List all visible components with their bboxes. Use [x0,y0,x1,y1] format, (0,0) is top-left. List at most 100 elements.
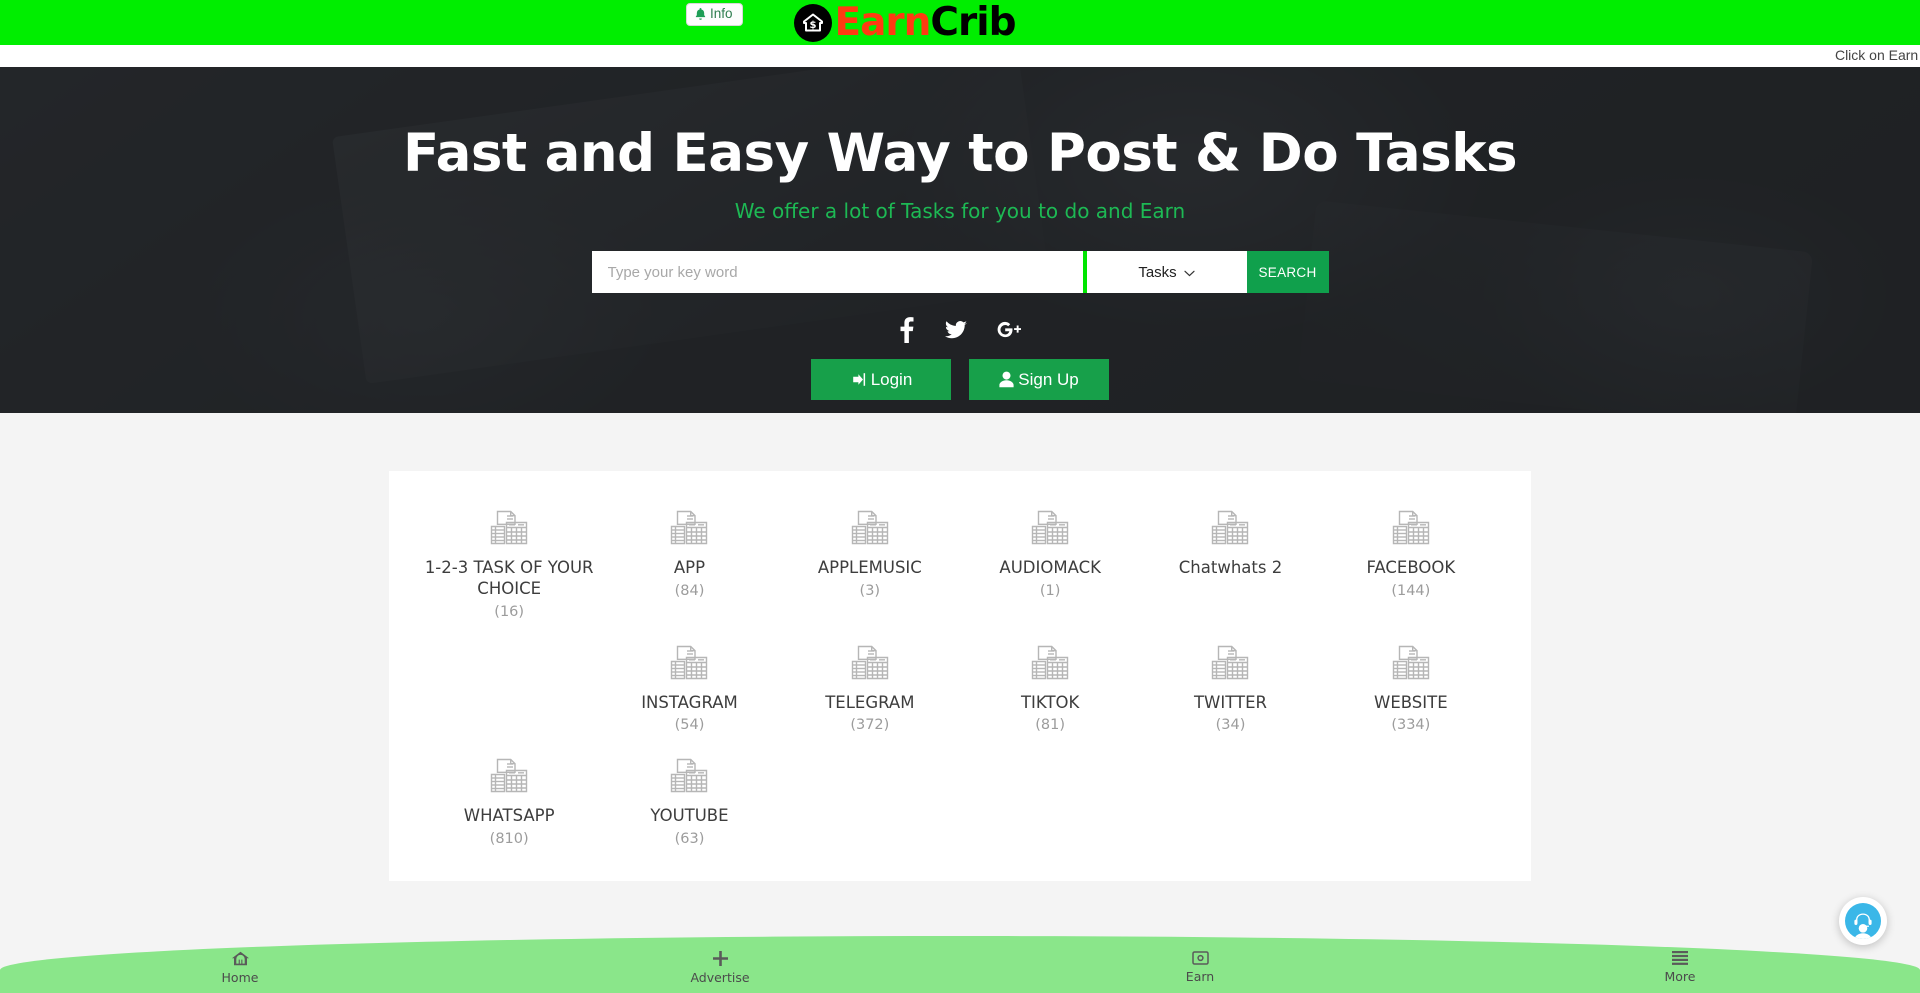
nav-item-more[interactable]: More [1440,936,1920,993]
social-links [0,317,1920,343]
category-name: TWITTER [1193,692,1267,712]
category-name: 1-2-3 TASK OF YOUR CHOICE [424,558,594,598]
marquee-bar: Click on Earn t [0,45,1920,67]
house-dollar-icon: $ [794,3,833,42]
category-name: TIKTOK [1020,692,1080,712]
category-count: (810) [489,831,529,848]
category-name: APP [673,558,706,577]
sign-in-icon [850,371,867,388]
category-name: AUDIOMACK [999,558,1101,577]
nav-item-label: Home [221,969,259,985]
broken-image-placeholder-icon [1030,644,1070,682]
category-count: (144) [1391,582,1431,599]
categories-card: 1-2-3 TASK OF YOUR CHOICE (16) APP (84) [389,471,1531,882]
facebook-icon[interactable] [899,317,915,343]
svg-text:$: $ [810,20,817,31]
category-count: (3) [859,582,881,599]
category-item[interactable]: INSTAGRAM (54) [599,644,779,734]
category-count: (372) [850,717,890,734]
nav-item-advertise[interactable]: Advertise [480,936,960,993]
category-item[interactable]: TWITTER (34) [1140,644,1320,734]
support-agent-icon [1845,903,1881,939]
broken-image-placeholder-icon [1210,509,1250,547]
broken-image-placeholder-icon [669,644,709,682]
broken-image-placeholder-icon [1391,644,1431,682]
login-button-label: Login [870,369,913,389]
category-name: FACEBOOK [1366,558,1456,577]
auth-buttons: Login Sign Up [0,359,1920,400]
nav-item-earn[interactable]: Earn [960,936,1440,993]
top-header-bar: $ Earn Crib Info [0,0,1920,45]
category-item[interactable]: FACEBOOK (144) [1321,509,1501,620]
category-item[interactable]: APP (84) [599,509,779,620]
category-name: Chatwhats 2 [1178,558,1283,577]
category-item[interactable]: TIKTOK (81) [960,644,1140,734]
categories-grid: 1-2-3 TASK OF YOUR CHOICE (16) APP (84) [419,509,1501,847]
search-input[interactable] [591,251,1083,293]
category-count: (54) [674,717,705,734]
user-icon [999,371,1014,388]
broken-image-placeholder-icon [1030,509,1070,547]
list-icon [1672,951,1688,965]
google-plus-icon[interactable] [997,317,1021,343]
nav-item-home[interactable]: Home [0,936,480,993]
money-card-icon [1191,951,1209,965]
category-count: (81) [1035,717,1066,734]
page-title: Fast and Easy Way to Post & Do Tasks [402,123,1518,184]
broken-image-placeholder-icon [1210,644,1250,682]
nav-item-label: More [1664,969,1696,984]
nav-item-label: Earn [1185,969,1215,984]
category-item[interactable]: AUDIOMACK (1) [960,509,1140,620]
login-button[interactable]: Login [811,359,951,400]
twitter-icon[interactable] [945,317,967,343]
broken-image-placeholder-icon [850,644,890,682]
hero-section: Fast and Easy Way to Post & Do Tasks We … [0,67,1920,413]
broken-image-placeholder-icon [669,757,709,795]
chevron-down-icon [1184,264,1195,281]
category-item[interactable]: Chatwhats 2 [1140,509,1320,620]
main-content: 1-2-3 TASK OF YOUR CHOICE (16) APP (84) [0,413,1920,882]
info-button-label: Info [710,6,733,22]
category-item[interactable]: TELEGRAM (372) [780,644,960,734]
category-item[interactable]: WEBSITE (334) [1321,644,1501,734]
category-count: (34) [1215,717,1246,734]
logo-text-crib: Crib [930,0,1016,45]
category-item[interactable]: 1-2-3 TASK OF YOUR CHOICE (16) [419,509,599,620]
page-subtitle: We offer a lot of Tasks for you to do an… [734,199,1186,223]
category-name: TELEGRAM [825,692,915,712]
signup-button[interactable]: Sign Up [969,359,1109,400]
search-category-select[interactable]: Tasks [1086,251,1247,293]
category-name: YOUTUBE [650,806,729,826]
signup-button-label: Sign Up [1018,369,1079,389]
broken-image-placeholder-icon [489,757,529,795]
category-count: (63) [674,831,705,848]
category-count: (1) [1039,582,1061,599]
bell-icon [694,7,707,21]
category-count: (16) [494,603,525,620]
home-icon [231,951,249,966]
category-item[interactable]: WHATSAPP (810) [419,757,599,847]
categories-grid-spacer [419,644,599,734]
category-item[interactable]: APPLEMUSIC (3) [780,509,960,620]
category-name: APPLEMUSIC [817,558,922,577]
logo-text-earn: Earn [834,0,931,45]
site-logo[interactable]: $ Earn Crib [794,0,1017,45]
marquee-text: Click on Earn t [1834,47,1920,63]
info-button[interactable]: Info [686,3,743,26]
category-name: INSTAGRAM [641,692,738,712]
category-count: (84) [674,582,705,599]
category-name: WHATSAPP [463,806,555,826]
broken-image-placeholder-icon [1391,509,1431,547]
category-count: (334) [1391,717,1431,734]
broken-image-placeholder-icon [850,509,890,547]
search-bar: Tasks SEARCH [591,251,1329,293]
search-category-value: Tasks [1138,263,1177,281]
broken-image-placeholder-icon [489,509,529,547]
nav-item-label: Advertise [690,969,750,985]
search-button[interactable]: SEARCH [1246,251,1329,293]
plus-icon [712,950,728,966]
bottom-navigation: Home Advertise Earn More [0,936,1920,993]
category-name: WEBSITE [1374,692,1448,712]
category-item[interactable]: YOUTUBE (63) [599,757,779,847]
broken-image-placeholder-icon [669,509,709,547]
